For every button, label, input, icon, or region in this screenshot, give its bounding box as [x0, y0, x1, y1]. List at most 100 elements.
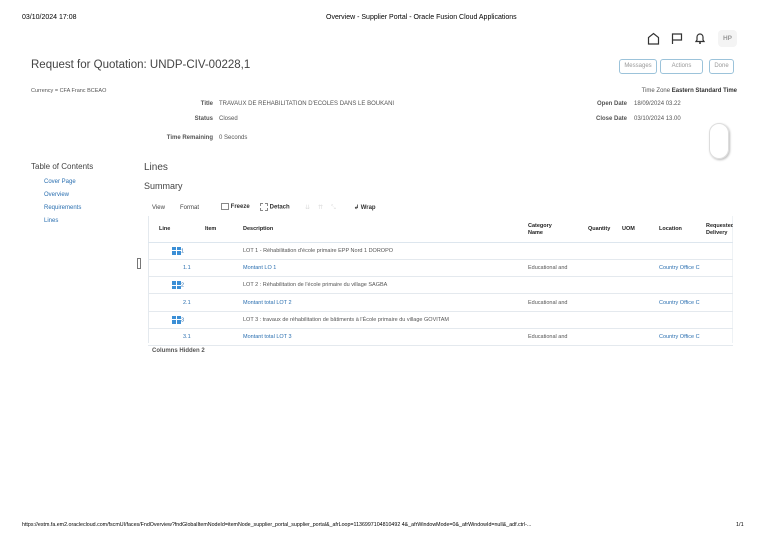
item-cell [205, 259, 243, 278]
uom-cell [622, 293, 659, 312]
delivery-cell [706, 311, 733, 329]
page-title: Request for Quotation: UNDP-CIV-00228,1 [31, 59, 251, 71]
print-page-number: 1/1 [736, 522, 744, 528]
table-row[interactable]: 3.1 Montant total LOT 3 Educational and Cou… [148, 328, 733, 347]
currency-text: Currency = CFA Franc BCEAO [31, 88, 107, 94]
delivery-cell [706, 328, 733, 347]
category-cell [528, 276, 588, 295]
toc-title: Table of Contents [31, 162, 94, 171]
summary-heading: Summary [144, 181, 183, 191]
open-date-value: 18/09/2024 03.22 [634, 101, 681, 107]
time-remaining-value: 0 Seconds [219, 135, 248, 141]
quantity-cell [588, 259, 622, 278]
col-description[interactable]: Description [243, 218, 528, 243]
bell-icon[interactable] [694, 32, 706, 47]
col-line[interactable]: Line [148, 218, 205, 243]
description-cell[interactable]: Montant total LOT 3 [243, 328, 528, 347]
description-cell[interactable]: Montant LO 1 [243, 259, 528, 278]
toc-item-requirements[interactable]: Requirements [44, 205, 81, 211]
toc-item-overview[interactable]: Overview [44, 192, 69, 198]
quantity-cell [588, 293, 622, 312]
table-row[interactable]: 3 LOT 3 : travaux de réhabilitation de bâ… [148, 311, 733, 329]
detach-icon [260, 203, 268, 211]
wrap-icon: ↲ [354, 205, 360, 211]
toc-item-cover-page[interactable]: Cover Page [44, 179, 76, 185]
location-link[interactable] [659, 311, 706, 329]
location-link[interactable]: Country Office C [659, 293, 706, 312]
format-menu[interactable]: Format [180, 205, 199, 211]
print-title: Overview - Supplier Portal - Oracle Fusi… [326, 14, 517, 21]
location-link[interactable] [659, 242, 706, 260]
table-row[interactable]: 1 LOT 1 - Réhabilitation d'école primaire… [148, 242, 733, 260]
location-link[interactable]: Country Office C [659, 328, 706, 347]
print-datetime: 03/10/2024 17:08 [22, 14, 77, 21]
lot-group-icon [172, 246, 181, 255]
category-cell: Educational and [528, 259, 588, 278]
quantity-cell [588, 242, 622, 260]
home-icon[interactable] [647, 32, 660, 47]
freeze-button[interactable]: Freeze [221, 203, 250, 210]
category-cell: Educational and [528, 293, 588, 312]
item-cell [205, 311, 243, 329]
description-cell: LOT 2 : Réhabilitation de l'école primai… [243, 276, 528, 295]
col-category-name[interactable]: Category Name [528, 218, 588, 243]
uom-cell [622, 259, 659, 278]
columns-hidden-value: 2 [201, 348, 205, 354]
lines-table: Line Item Description Category Name Quan… [148, 218, 733, 347]
done-button[interactable]: Done [709, 59, 734, 74]
col-item[interactable]: Item [205, 218, 243, 243]
quantity-cell [588, 311, 622, 329]
item-cell [205, 328, 243, 347]
lot-group-icon [172, 281, 181, 290]
open-date-label: Open Date [596, 101, 627, 107]
col-quantity[interactable]: Quantity [588, 218, 622, 243]
delivery-cell [706, 293, 733, 312]
col-uom[interactable]: UOM [622, 218, 659, 243]
avatar[interactable]: HP [718, 30, 737, 47]
wrap-button[interactable]: ↲ Wrap [354, 204, 376, 211]
col-requested-delivery[interactable]: Requested Delivery [706, 218, 733, 243]
status-value: Closed [219, 116, 238, 122]
table-row[interactable]: 2 LOT 2 : Réhabilitation de l'école prima… [148, 276, 733, 295]
columns-hidden-label: Columns Hidden [152, 348, 200, 354]
title-value: TRAVAUX DE REHABILITATION D'ECOLES DANS … [219, 101, 395, 107]
floating-panel-handle[interactable] [709, 123, 729, 159]
messages-button[interactable]: Messages [619, 59, 657, 74]
uom-cell [622, 276, 659, 295]
table-row[interactable]: 1.1 Montant LO 1 Educational and Country Of… [148, 259, 733, 278]
time-remaining-label: Time Remaining [166, 135, 213, 141]
uom-cell [622, 311, 659, 329]
close-date-label: Close Date [595, 116, 627, 122]
line-number-link[interactable]: 3.1 [148, 328, 205, 347]
print-url: https://estm.fa.em2.oraclecloud.com/fscm… [22, 522, 532, 528]
line-number-link[interactable]: 2.1 [148, 293, 205, 312]
line-number-link[interactable]: 1.1 [148, 259, 205, 278]
close-date-value: 03/10/2024 13.00 [634, 116, 681, 122]
item-cell [205, 242, 243, 260]
detach-button[interactable]: Detach [260, 203, 290, 211]
description-cell[interactable]: Montant total LOT 2 [243, 293, 528, 312]
time-zone-label: Time Zone [641, 88, 671, 94]
status-label: Status [194, 116, 213, 122]
item-cell [205, 276, 243, 295]
lines-heading: Lines [144, 162, 168, 173]
view-menu[interactable]: View [152, 205, 165, 211]
line-cell: 3 [148, 311, 205, 329]
uom-cell [622, 328, 659, 347]
actions-button[interactable]: Actions [660, 59, 703, 74]
toc-item-lines[interactable]: Lines [44, 218, 58, 224]
delivery-cell [706, 276, 733, 295]
item-cell [205, 293, 243, 312]
location-link[interactable] [659, 276, 706, 295]
category-cell [528, 242, 588, 260]
table-row[interactable]: 2.1 Montant total LOT 2 Educational and Cou… [148, 293, 733, 312]
row-selector-handle[interactable] [137, 258, 141, 269]
line-cell: 1 [148, 242, 205, 260]
time-zone-value: Eastern Standard Time [671, 88, 737, 94]
description-cell: LOT 1 - Réhabilitation d'école primaire … [243, 242, 528, 260]
flag-icon[interactable] [671, 32, 683, 47]
col-location[interactable]: Location [659, 218, 706, 243]
lot-group-icon [172, 315, 181, 324]
location-link[interactable]: Country Office C [659, 259, 706, 278]
delivery-cell [706, 259, 733, 278]
